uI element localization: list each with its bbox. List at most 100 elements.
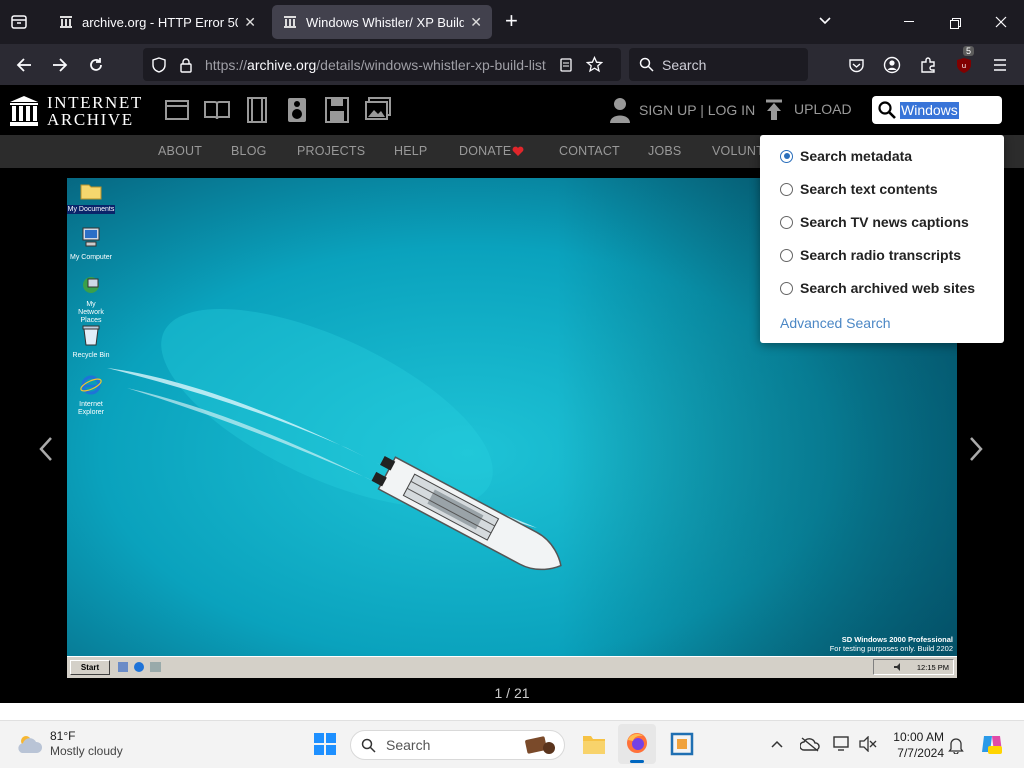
nav-about[interactable]: ABOUT xyxy=(158,144,202,158)
extensions-puzzle-icon[interactable] xyxy=(915,52,941,78)
nav-help[interactable]: HELP xyxy=(394,144,427,158)
nav-jobs[interactable]: JOBS xyxy=(648,144,681,158)
network-display-icon[interactable] xyxy=(833,736,851,752)
archive-favicon-icon xyxy=(284,16,296,28)
pocket-icon[interactable] xyxy=(843,52,869,78)
nav-projects[interactable]: PROJECTS xyxy=(297,144,365,158)
copilot-pre-icon[interactable] xyxy=(980,732,1004,756)
desktop-icon-recycle-bin[interactable]: Recycle Bin xyxy=(67,324,115,360)
file-explorer-icon[interactable] xyxy=(582,733,606,755)
desktop-icon-my-documents[interactable]: My Documents xyxy=(67,180,115,214)
audio-speaker-icon[interactable] xyxy=(287,97,307,123)
tracking-shield-icon[interactable] xyxy=(151,56,167,73)
windows-taskbar: 81°F Mostly cloudy Search 10:00 AM 7/7/2… xyxy=(0,720,1024,768)
nav-contact[interactable]: CONTACT xyxy=(559,144,620,158)
option-search-archived-websites[interactable]: Search archived web sites xyxy=(780,280,975,296)
web-icon[interactable] xyxy=(165,99,189,121)
upload-icon[interactable] xyxy=(765,99,783,121)
lock-icon[interactable] xyxy=(179,57,193,73)
extension-badge: 5 xyxy=(963,46,975,56)
radio-button[interactable] xyxy=(780,248,793,262)
computer-icon xyxy=(82,227,100,247)
video-film-icon[interactable] xyxy=(245,97,269,123)
browser-tab-strip: archive.org - HTTP Error 502: In ✕ Windo… xyxy=(0,0,1024,44)
archive-search-box[interactable]: Windows xyxy=(872,96,1002,124)
url-bar[interactable]: https://archive.org/details/windows-whis… xyxy=(143,48,621,81)
tab-close-icon[interactable]: ✕ xyxy=(470,14,482,31)
account-icon[interactable] xyxy=(879,52,905,78)
url-protocol: https:// xyxy=(205,56,248,73)
radio-button[interactable] xyxy=(780,281,793,295)
taskbar-search-box[interactable]: Search xyxy=(350,730,565,760)
internet-explorer-icon xyxy=(80,375,102,395)
radio-button[interactable] xyxy=(780,215,793,229)
desktop-icon-network-places[interactable]: My Network Places xyxy=(67,274,115,325)
desktop-icon-label: Internet Explorer xyxy=(77,401,105,416)
option-label: Search metadata xyxy=(800,148,913,164)
active-app-indicator xyxy=(630,760,644,763)
taskbar-clock[interactable]: 10:00 AM 7/7/2024 xyxy=(886,729,944,761)
window-minimize-icon[interactable] xyxy=(904,21,914,22)
search-icon xyxy=(878,101,896,119)
archive-search-value[interactable]: Windows xyxy=(900,101,959,119)
texts-book-icon[interactable] xyxy=(204,99,230,121)
option-search-text-contents[interactable]: Search text contents xyxy=(780,181,938,197)
tab-whistler-build-list[interactable]: Windows Whistler/ XP Build List ✕ xyxy=(272,5,492,39)
user-avatar-icon[interactable] xyxy=(610,97,630,123)
radio-button-selected[interactable] xyxy=(780,149,793,163)
next-image-chevron-icon[interactable] xyxy=(968,436,984,462)
onedrive-offline-icon[interactable] xyxy=(800,736,820,752)
tab-close-icon[interactable]: ✕ xyxy=(244,14,256,31)
archive-logo[interactable]: INTERNET ARCHIVE xyxy=(9,94,143,128)
windows-start-icon[interactable] xyxy=(314,733,336,755)
nav-volunteer[interactable]: VOLUNT xyxy=(712,144,764,158)
volume-icon[interactable] xyxy=(893,662,903,672)
search-icon xyxy=(639,57,654,72)
radio-button[interactable] xyxy=(780,182,793,196)
url-path: /details/windows-whistler-xp-build-list xyxy=(316,56,546,73)
weather-widget[interactable]: 81°F Mostly cloudy xyxy=(16,729,123,759)
weather-temperature: 81°F xyxy=(50,729,76,743)
signup-login-link[interactable]: SIGN UP | LOG IN xyxy=(639,102,755,118)
previous-image-chevron-icon[interactable] xyxy=(38,436,54,462)
hamburger-menu-icon[interactable] xyxy=(987,52,1013,78)
nav-blog[interactable]: BLOG xyxy=(231,144,267,158)
forward-arrow-icon[interactable] xyxy=(47,52,73,78)
win2000-clock: 12:15 PM xyxy=(916,662,949,672)
upload-link[interactable]: UPLOAD xyxy=(794,101,852,117)
build-watermark: SD Windows 2000 Professional For testing… xyxy=(830,635,953,653)
desktop-icon-my-computer[interactable]: My Computer xyxy=(67,226,115,262)
option-search-metadata[interactable]: Search metadata xyxy=(780,148,912,164)
nav-donate[interactable]: DONATE xyxy=(459,144,511,158)
option-search-tv-captions[interactable]: Search TV news captions xyxy=(780,214,969,230)
bookmark-star-icon[interactable] xyxy=(586,56,603,73)
browser-search-box[interactable]: Search xyxy=(629,48,808,81)
watermark-line-2: For testing purposes only. Build 2202 xyxy=(829,644,953,653)
volume-muted-icon[interactable] xyxy=(859,736,877,752)
reload-icon[interactable] xyxy=(83,52,109,78)
desktop-icon-label: Recycle Bin xyxy=(72,352,110,359)
advanced-search-link[interactable]: Advanced Search xyxy=(780,315,891,331)
ublock-extension-icon[interactable]: u 5 xyxy=(951,46,977,78)
software-disk-icon[interactable] xyxy=(325,97,349,123)
notification-bell-icon[interactable] xyxy=(948,736,964,754)
firefox-taskbar-button[interactable] xyxy=(618,724,656,764)
quick-launch-icons[interactable] xyxy=(117,661,163,673)
archive-header: INTERNET ARCHIVE SIGN UP | LOG IN UPLOAD… xyxy=(0,85,1024,135)
window-close-icon[interactable] xyxy=(995,15,1007,33)
desktop-icon-internet-explorer[interactable]: Internet Explorer xyxy=(67,374,115,417)
browser-search-placeholder: Search xyxy=(662,56,707,73)
reader-view-icon[interactable] xyxy=(558,57,574,73)
virtualbox-icon[interactable] xyxy=(669,731,695,757)
images-icon[interactable] xyxy=(365,97,391,121)
tab-list-icon[interactable] xyxy=(10,13,28,31)
option-search-radio-transcripts[interactable]: Search radio transcripts xyxy=(780,247,961,263)
list-all-tabs-chevron-icon[interactable] xyxy=(818,14,832,33)
window-restore-icon[interactable] xyxy=(950,16,961,34)
tray-overflow-chevron-icon[interactable] xyxy=(771,739,783,749)
desktop-icon-label: My Computer xyxy=(69,254,112,261)
new-tab-button[interactable]: + xyxy=(505,8,518,34)
win2000-start-button[interactable]: Start xyxy=(70,660,110,675)
back-arrow-icon[interactable] xyxy=(11,52,37,78)
tab-archive-error[interactable]: archive.org - HTTP Error 502: In ✕ xyxy=(48,5,266,39)
